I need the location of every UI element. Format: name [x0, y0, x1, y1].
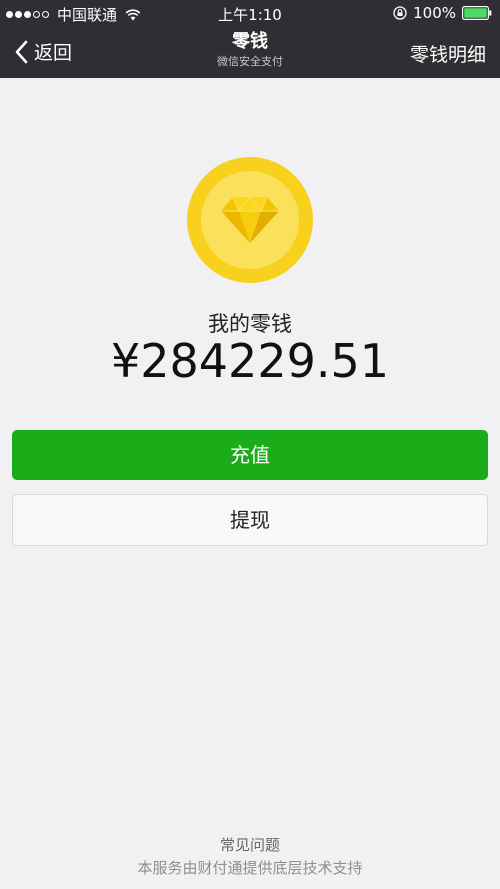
battery-icon	[462, 6, 492, 20]
balance-amount: ¥284229.51	[110, 334, 390, 388]
orientation-lock-icon	[393, 6, 407, 20]
status-right: 100%	[393, 4, 492, 22]
balance-detail-link[interactable]: 零钱明细	[410, 40, 486, 67]
top-bar: 中国联通 上午1:10 100% 返回 零钱 微信安全支付 零钱明细	[0, 0, 500, 78]
nav-bar: 返回 零钱 微信安全支付 零钱明细	[0, 26, 500, 78]
faq-link[interactable]: 常见问题	[0, 834, 500, 855]
battery-percent: 100%	[413, 4, 456, 22]
footer-note: 本服务由财付通提供底层技术支持	[137, 859, 363, 877]
status-bar: 中国联通 上午1:10 100%	[0, 0, 500, 26]
wallet-coin-icon	[187, 157, 313, 283]
withdraw-button[interactable]: 提现	[12, 494, 488, 546]
diamond-icon	[221, 197, 279, 243]
coin-inner	[201, 171, 299, 269]
recharge-button[interactable]: 充值	[12, 430, 488, 480]
